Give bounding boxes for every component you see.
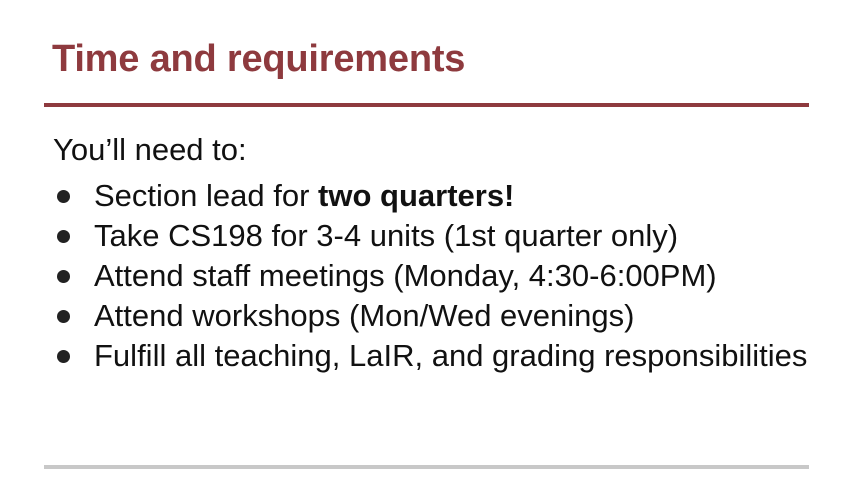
bullet-icon xyxy=(57,190,70,203)
bullet-icon xyxy=(57,350,70,363)
list-item-text: Attend workshops (Mon/Wed evenings) xyxy=(94,298,635,333)
footer-divider xyxy=(44,465,809,469)
intro-text: You’ll need to: xyxy=(53,132,247,167)
bullet-icon xyxy=(57,310,70,323)
slide: Time and requirements You’ll need to: Se… xyxy=(0,0,852,480)
bullet-icon xyxy=(57,270,70,283)
slide-title: Time and requirements xyxy=(52,38,466,80)
requirements-list: Section lead for two quarters! Take CS19… xyxy=(53,176,813,376)
list-item: Attend staff meetings (Monday, 4:30-6:00… xyxy=(53,256,813,296)
list-item-text: Section lead for xyxy=(94,178,319,213)
list-item-text: Attend staff meetings (Monday, 4:30-6:00… xyxy=(94,258,717,293)
bullet-icon xyxy=(57,230,70,243)
list-item: Section lead for two quarters! xyxy=(53,176,813,216)
list-item-text: Take CS198 for 3-4 units (1st quarter on… xyxy=(94,218,679,253)
list-item: Take CS198 for 3-4 units (1st quarter on… xyxy=(53,216,813,256)
title-divider xyxy=(44,103,809,107)
list-item: Fulfill all teaching, LaIR, and grading … xyxy=(53,336,813,376)
list-item-emphasis: two quarters! xyxy=(318,178,515,213)
list-item-text: Fulfill all teaching, LaIR, and grading … xyxy=(94,338,808,373)
list-item: Attend workshops (Mon/Wed evenings) xyxy=(53,296,813,336)
